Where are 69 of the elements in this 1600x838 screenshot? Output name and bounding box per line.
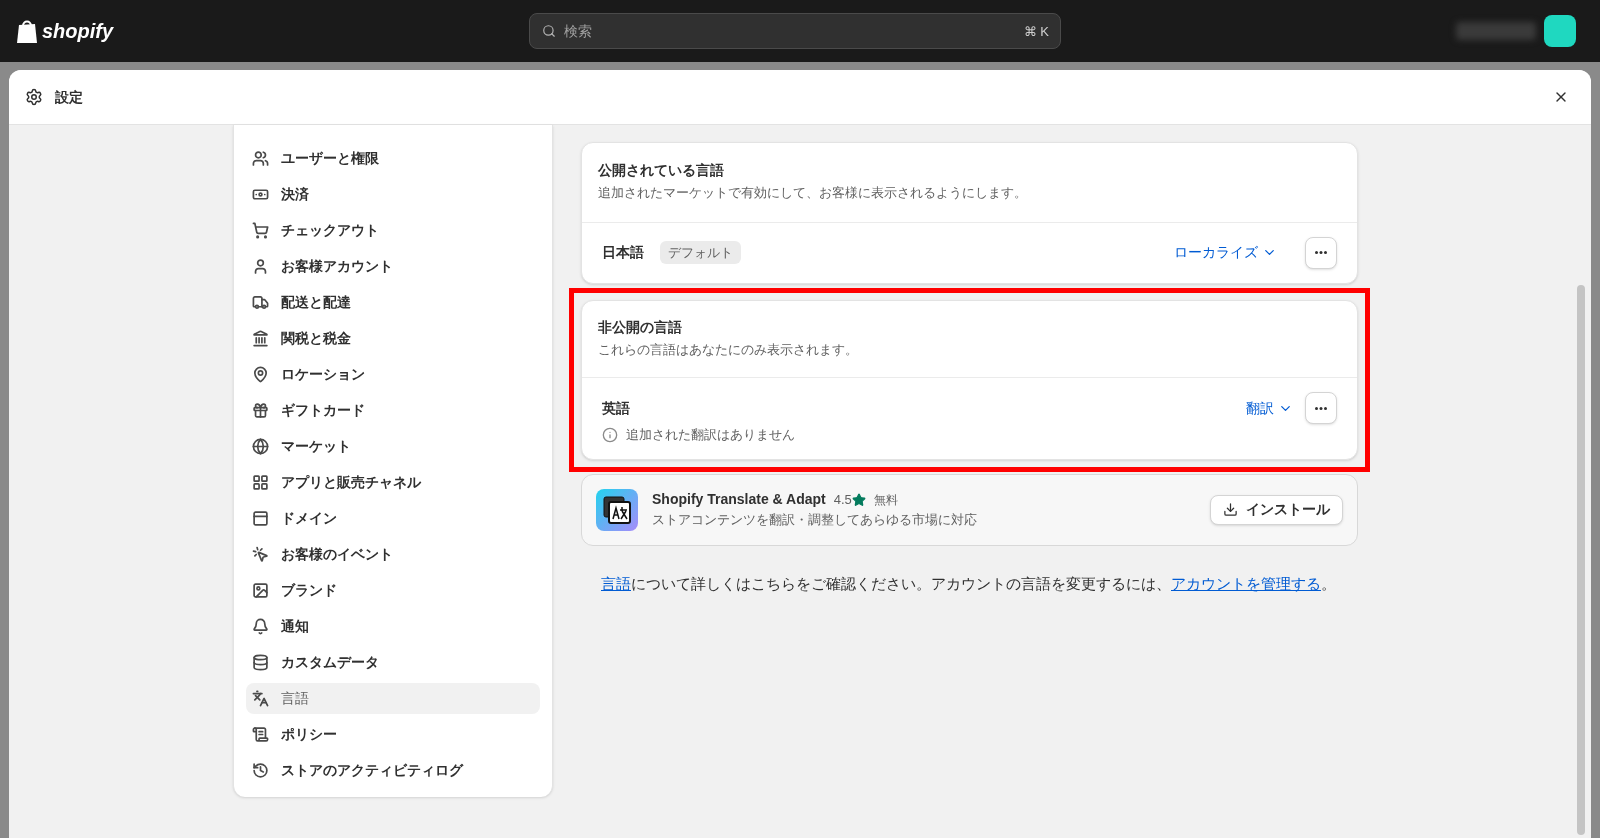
sidebar-item[interactable]: ギフトカード: [246, 395, 540, 426]
users-icon: [252, 150, 269, 167]
default-badge: デフォルト: [660, 240, 741, 265]
more-icon: [1315, 406, 1327, 410]
card-description: 追加されたマーケットで有効にして、お客様に表示されるようにします。: [598, 184, 1028, 202]
install-button[interactable]: インストール: [1210, 494, 1343, 525]
language-name: 英語: [602, 398, 630, 418]
sidebar-item[interactable]: チェックアウト: [246, 215, 540, 246]
star-icon: [851, 492, 866, 507]
help-link[interactable]: 言語: [601, 574, 631, 592]
download-icon: [1223, 502, 1238, 517]
sidebar-item[interactable]: マーケット: [246, 431, 540, 462]
sidebar-item[interactable]: ブランド: [246, 575, 540, 606]
more-button[interactable]: [1305, 392, 1337, 424]
search-icon: [542, 24, 556, 38]
sidebar-item[interactable]: ストアのアクティビティログ: [246, 755, 540, 786]
card-title: 公開されている言語: [598, 161, 725, 180]
footer-text: 言語について詳しくはこちらをご確認ください。アカウントの言語を変更するには、アカウントを管理する。: [600, 573, 1337, 594]
sidebar-item[interactable]: 配送と配達: [246, 287, 540, 318]
history-icon: [252, 762, 269, 779]
app-logo-icon: [596, 488, 638, 531]
sidebar-item[interactable]: 決済: [246, 179, 540, 210]
bank-icon: [252, 330, 269, 347]
app-price: 無料: [873, 491, 898, 509]
language-name: 日本語: [602, 243, 644, 262]
modal-title: 設定: [55, 87, 83, 107]
help-link[interactable]: アカウントを管理する: [1171, 574, 1321, 592]
sidebar-item[interactable]: ロケーション: [246, 359, 540, 390]
sidebar-item[interactable]: ドメイン: [246, 503, 540, 534]
translation-note: 追加された翻訳はありません: [626, 426, 795, 444]
image-icon: [252, 582, 269, 599]
database-icon: [252, 654, 269, 671]
info-icon: [602, 426, 618, 443]
card-title: 非公開の言語: [598, 317, 683, 337]
truck-icon: [252, 294, 269, 311]
cart-icon: [252, 222, 269, 239]
shortcut-hint: ⌘ K: [1023, 23, 1049, 41]
sidebar-item[interactable]: お客様のイベント: [246, 539, 540, 570]
sidebar-item[interactable]: ユーザーと権限: [246, 143, 540, 174]
settings-icon: [25, 88, 43, 106]
cursor-click-icon: [252, 546, 269, 563]
translate-dropdown[interactable]: 翻訳: [1246, 397, 1293, 419]
gift-icon: [252, 402, 269, 419]
map-pin-icon: [252, 366, 269, 383]
more-icon: [1315, 251, 1327, 254]
sidebar-item[interactable]: ポリシー: [246, 719, 540, 750]
banknote-icon: [252, 186, 269, 203]
avatar[interactable]: [1544, 15, 1576, 47]
globe-icon: [252, 438, 269, 455]
app-name: Shopify Translate & Adapt: [652, 490, 826, 510]
shopping-bag-icon: [16, 18, 38, 44]
card-description: これらの言語はあなたにのみ表示されます。: [598, 340, 859, 359]
more-button[interactable]: [1305, 236, 1337, 269]
translate-icon: [252, 690, 269, 707]
logo-text: shopify: [42, 19, 114, 44]
app-description: ストアコンテンツを翻訳・調整してあらゆる市場に対応: [652, 511, 977, 530]
sidebar-item[interactable]: 言語: [246, 683, 540, 714]
browser-window-icon: [252, 510, 269, 527]
bell-icon: [252, 618, 269, 635]
sidebar-item[interactable]: アプリと販売チャネル: [246, 467, 540, 498]
localize-dropdown[interactable]: ローカライズ: [1174, 242, 1277, 263]
person-icon: [252, 258, 269, 275]
scroll-icon: [252, 726, 269, 743]
app-rating: 4.5: [833, 491, 852, 509]
sidebar-item[interactable]: 通知: [246, 611, 540, 642]
sidebar-item[interactable]: カスタムデータ: [246, 647, 540, 678]
sidebar-item[interactable]: 関税と税金: [246, 323, 540, 354]
grid-icon: [252, 474, 269, 491]
sidebar-item[interactable]: お客様アカウント: [246, 251, 540, 282]
